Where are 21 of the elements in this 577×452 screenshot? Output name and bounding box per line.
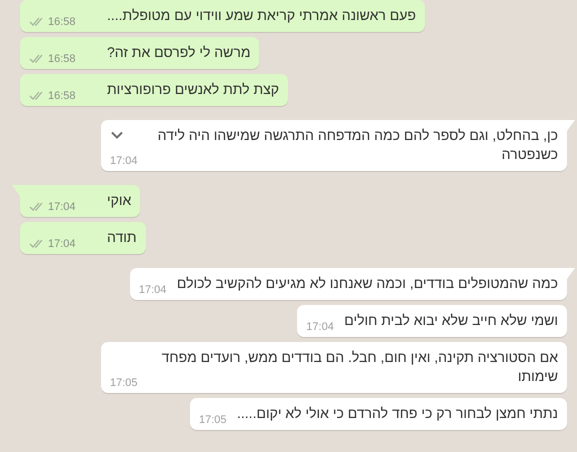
message-text: תודה <box>107 228 137 247</box>
message-text: כן, בהחלט, וגם לספר להם כמה המדפחה התרגשה שמישהו היה לידה כשנפטרה <box>156 126 558 164</box>
message-time: 17:04 <box>306 320 334 332</box>
message-time: 17:05 <box>110 376 138 388</box>
message-text: ושמי שלא חייב שלא יבוא לבית חולים <box>344 311 558 330</box>
message-time: 16:58 <box>48 52 76 64</box>
message-text: מרשה לי לפרסם את זה? <box>107 43 250 62</box>
message-time: 17:05 <box>199 414 227 426</box>
message-text: קצת לתת לאנשים פרופורציות <box>107 80 280 99</box>
message-text: פעם ראשונה אמרתי קריאת שמע ווידוי עם מטופלת.... <box>107 6 416 25</box>
message-time: 17:04 <box>48 238 76 250</box>
message-time: 16:58 <box>48 16 76 28</box>
message-time: 17:04 <box>138 284 166 296</box>
message-text: כמה שהמטופלים בודדים, וכמה שאנחנו לא מגיעים להקשיב לכולם <box>176 274 558 293</box>
message-text: נתתי חמצן לבחור רק כי פחד להרדם כי אולי לא יקום..... <box>237 404 558 423</box>
chevron-down-icon[interactable] <box>111 131 123 139</box>
message-time: 17:04 <box>110 154 138 166</box>
message-time: 17:04 <box>48 200 76 212</box>
message-text: אוקי <box>107 191 132 210</box>
message-text: אם הסטורציה תקינה, ואין חום, חבל. הם בודדים ממש, רועדים מפחד שימותו <box>160 348 558 386</box>
message-time: 16:58 <box>48 90 76 102</box>
